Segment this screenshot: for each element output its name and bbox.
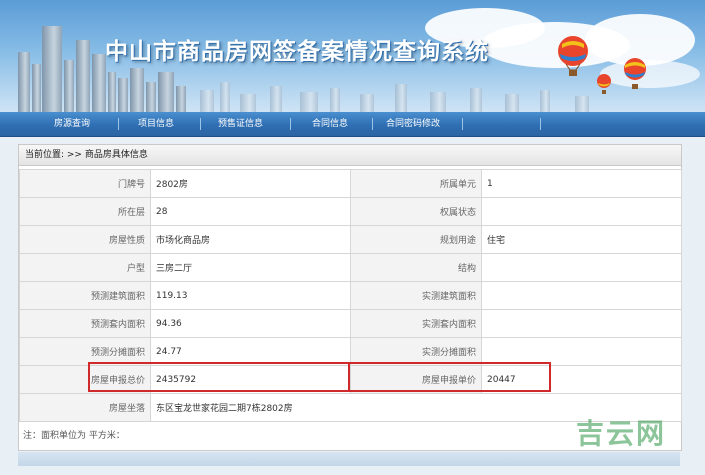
field-value	[481, 253, 682, 282]
nav-separator	[118, 118, 119, 130]
field-value	[481, 197, 682, 226]
nav-item-project-info[interactable]: 项目信息	[138, 112, 174, 136]
field-value: 市场化商品房	[150, 225, 351, 254]
field-label: 门牌号	[19, 169, 151, 198]
breadcrumb: 当前位置: >> 商品房具体信息	[19, 145, 681, 166]
hot-air-balloon-icon	[597, 74, 611, 94]
site-title: 中山市商品房网签备案情况查询系统	[105, 38, 489, 65]
field-value	[481, 309, 682, 338]
nav-separator	[462, 118, 463, 130]
field-label: 所属单元	[350, 169, 482, 198]
field-label: 权属状态	[350, 197, 482, 226]
field-label: 户型	[19, 253, 151, 282]
table-row: 户型 三房二厅 结构	[19, 253, 682, 282]
field-value: 1	[481, 169, 682, 198]
nav-separator	[540, 118, 541, 130]
highlight-box	[88, 362, 350, 392]
field-label: 房屋性质	[19, 225, 151, 254]
field-label: 预测套内面积	[19, 309, 151, 338]
field-label: 实测建筑面积	[350, 281, 482, 310]
nav-separator	[200, 118, 201, 130]
table-row: 房屋性质 市场化商品房 规划用途 住宅	[19, 225, 682, 254]
watermark-logo: 吉云网	[576, 417, 667, 450]
nav-item-contract-password[interactable]: 合同密码修改	[386, 112, 440, 136]
field-label: 实测套内面积	[350, 309, 482, 338]
field-label: 结构	[350, 253, 482, 282]
field-value: 2802房	[150, 169, 351, 198]
footer-bar	[18, 452, 680, 466]
field-value: 28	[150, 197, 351, 226]
table-row: 预测套内面积 94.36 实测套内面积	[19, 309, 682, 338]
field-label: 预测建筑面积	[19, 281, 151, 310]
field-label: 所在层	[19, 197, 151, 226]
cloud-shape	[600, 60, 700, 88]
table-row: 所在层 28 权属状态	[19, 197, 682, 226]
field-value: 三房二厅	[150, 253, 351, 282]
breadcrumb-text: 当前位置: >> 商品房具体信息	[25, 150, 148, 160]
main-nav: 房源查询 项目信息 预售证信息 合同信息 合同密码修改	[0, 112, 705, 137]
field-value: 住宅	[481, 225, 682, 254]
field-value	[481, 281, 682, 310]
table-row: 门牌号 2802房 所属单元 1	[19, 169, 682, 198]
nav-separator	[290, 118, 291, 130]
table-row: 预测建筑面积 119.13 实测建筑面积	[19, 281, 682, 310]
highlight-box	[348, 362, 551, 392]
field-label: 房屋坐落	[19, 393, 151, 422]
field-value: 119.13	[150, 281, 351, 310]
field-label: 规划用途	[350, 225, 482, 254]
content-panel: 当前位置: >> 商品房具体信息 门牌号 2802房 所属单元 1 所在层 28…	[18, 144, 682, 451]
footnote: 注：面积单位为 平方米：	[23, 431, 125, 441]
field-value: 94.36	[150, 309, 351, 338]
hot-air-balloon-icon	[624, 58, 646, 89]
nav-item-presale-permit[interactable]: 预售证信息	[218, 112, 263, 136]
hot-air-balloon-icon	[558, 36, 588, 76]
nav-item-house-search[interactable]: 房源查询	[54, 112, 90, 136]
nav-item-contract-info[interactable]: 合同信息	[312, 112, 348, 136]
nav-separator	[372, 118, 373, 130]
header-banner: 中山市商品房网签备案情况查询系统	[0, 0, 705, 112]
